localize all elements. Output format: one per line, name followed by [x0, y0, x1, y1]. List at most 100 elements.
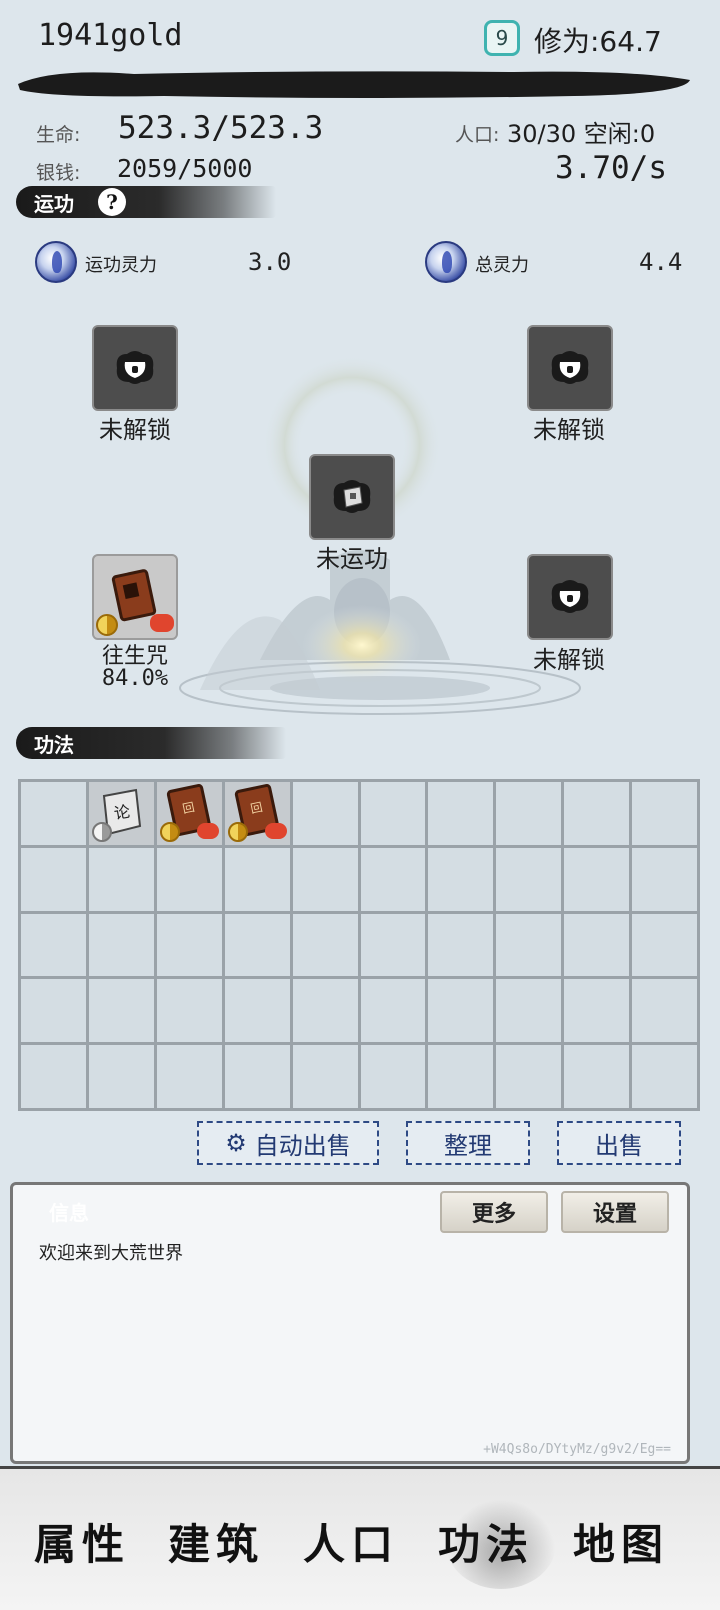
inventory-cell[interactable]: [88, 979, 154, 1043]
slot-top-left-label: 未解锁: [99, 416, 171, 444]
section-gongfa: 功法: [16, 723, 286, 763]
inventory-cell[interactable]: [88, 1045, 154, 1108]
inventory-cell[interactable]: [360, 979, 426, 1043]
slot-bottom-left[interactable]: [92, 554, 178, 640]
inventory-cell[interactable]: [156, 847, 222, 911]
inventory-cell[interactable]: [21, 782, 86, 845]
sell-label: 出售: [595, 1131, 643, 1160]
slot-center[interactable]: [309, 454, 395, 540]
slot-center-label: 未运功: [316, 545, 388, 573]
gong-power-label: 运功灵力: [85, 255, 157, 276]
inventory-cell[interactable]: [496, 979, 562, 1043]
inventory-cell[interactable]: [224, 913, 290, 977]
inventory-cell[interactable]: [292, 1045, 358, 1108]
inventory-cell[interactable]: [496, 847, 562, 911]
scroll-icon: [333, 480, 371, 513]
inventory-cell[interactable]: [88, 847, 154, 911]
inventory-cell[interactable]: [88, 913, 154, 977]
inventory-cell[interactable]: [564, 847, 630, 911]
inventory-cell[interactable]: [224, 847, 290, 911]
red-tag-icon: [264, 822, 287, 839]
inventory-cell[interactable]: [156, 979, 222, 1043]
nav-attributes[interactable]: 属性: [10, 1469, 154, 1610]
section-info: 信息: [31, 1191, 291, 1231]
settings-button[interactable]: 设置: [561, 1191, 669, 1233]
inventory-cell[interactable]: [564, 913, 630, 977]
red-tag-icon: [196, 822, 219, 839]
info-code: +W4Qs8o/DYtyMz/g9v2/Eg==: [483, 1442, 671, 1457]
inventory-cell[interactable]: [21, 1045, 86, 1108]
inventory-cell[interactable]: [292, 847, 358, 911]
inventory-cell[interactable]: [632, 847, 697, 911]
inventory-cell[interactable]: [564, 782, 630, 845]
nav-map[interactable]: 地图: [549, 1469, 693, 1610]
yinyang-icon: [159, 821, 180, 842]
inventory-cell[interactable]: [564, 1045, 630, 1108]
inventory-cell[interactable]: [156, 1045, 222, 1108]
lock-icon: [116, 351, 154, 384]
inventory-cell[interactable]: [360, 847, 426, 911]
inventory-cell[interactable]: [360, 1045, 426, 1108]
slot-top-left[interactable]: [92, 325, 178, 411]
more-label: 更多: [471, 1201, 516, 1227]
ink-divider: [18, 71, 690, 98]
inventory-cell[interactable]: [224, 1045, 290, 1108]
slot-bottom-right-label: 未解锁: [533, 646, 605, 674]
red-tag-icon: [150, 614, 174, 632]
inventory-cell[interactable]: [21, 913, 86, 977]
nav-population[interactable]: 人口: [279, 1469, 423, 1610]
total-power-label: 总灵力: [475, 255, 529, 276]
info-panel: 信息 更多 设置 欢迎来到大荒世界 +W4Qs8o/DYtyMz/g9v2/Eg…: [10, 1182, 690, 1464]
inventory-cell[interactable]: [21, 979, 86, 1043]
inventory-cell[interactable]: [292, 979, 358, 1043]
inventory-cell[interactable]: 回: [156, 782, 222, 845]
lock-icon: [551, 580, 589, 613]
inventory-cell[interactable]: [360, 913, 426, 977]
inventory-cell[interactable]: [224, 979, 290, 1043]
inventory-cell[interactable]: [632, 1045, 697, 1108]
inventory-cell[interactable]: [428, 913, 494, 977]
gear-icon: ⚙: [225, 1129, 247, 1157]
money-label: 银钱:: [36, 162, 81, 184]
inventory-cell[interactable]: [292, 913, 358, 977]
inventory-cell[interactable]: [428, 847, 494, 911]
inventory-cell[interactable]: [632, 782, 697, 845]
slot-top-right[interactable]: [527, 325, 613, 411]
section-gongfa-title: 功法: [34, 732, 74, 757]
info-message: 欢迎来到大荒世界: [39, 1243, 183, 1264]
inventory-cell[interactable]: [360, 782, 426, 845]
more-button[interactable]: 更多: [440, 1191, 548, 1233]
nav-buildings[interactable]: 建筑: [144, 1469, 288, 1610]
sort-label: 整理: [444, 1131, 492, 1160]
item-glyph: 论: [113, 802, 132, 823]
inventory-cell[interactable]: [632, 979, 697, 1043]
sell-button[interactable]: 出售: [557, 1121, 681, 1165]
inventory-cell[interactable]: [496, 913, 562, 977]
inventory-cell[interactable]: [632, 913, 697, 977]
sort-button[interactable]: 整理: [406, 1121, 530, 1165]
inventory-cell[interactable]: [428, 1045, 494, 1108]
question-icon[interactable]: ?: [98, 188, 126, 216]
slot-top-right-label: 未解锁: [533, 416, 605, 444]
yinyang-icon: [91, 821, 112, 842]
life-value: 523.3/523.3: [118, 110, 324, 146]
spirit-orb-icon: [425, 241, 467, 283]
inventory-cell[interactable]: [21, 847, 86, 911]
settings-label: 设置: [592, 1201, 637, 1227]
gold-amount: 1941gold: [38, 18, 183, 53]
inventory-cell[interactable]: 回: [224, 782, 290, 845]
inventory-cell[interactable]: [496, 1045, 562, 1108]
inventory-cell[interactable]: 论: [88, 782, 154, 845]
inventory-cell[interactable]: [496, 782, 562, 845]
inventory-cell[interactable]: [156, 913, 222, 977]
inventory-cell[interactable]: [428, 979, 494, 1043]
total-power-value: 4.4: [639, 248, 683, 276]
nav-gongfa[interactable]: 功法: [414, 1469, 558, 1610]
slot-bottom-right[interactable]: [527, 554, 613, 640]
auto-sell-button[interactable]: ⚙ 自动出售: [197, 1121, 379, 1165]
gong-power-value: 3.0: [248, 248, 292, 276]
inventory-cell[interactable]: [564, 979, 630, 1043]
inventory-cell[interactable]: [428, 782, 494, 845]
inventory-cell[interactable]: [292, 782, 358, 845]
population-label: 人口:: [455, 124, 500, 146]
